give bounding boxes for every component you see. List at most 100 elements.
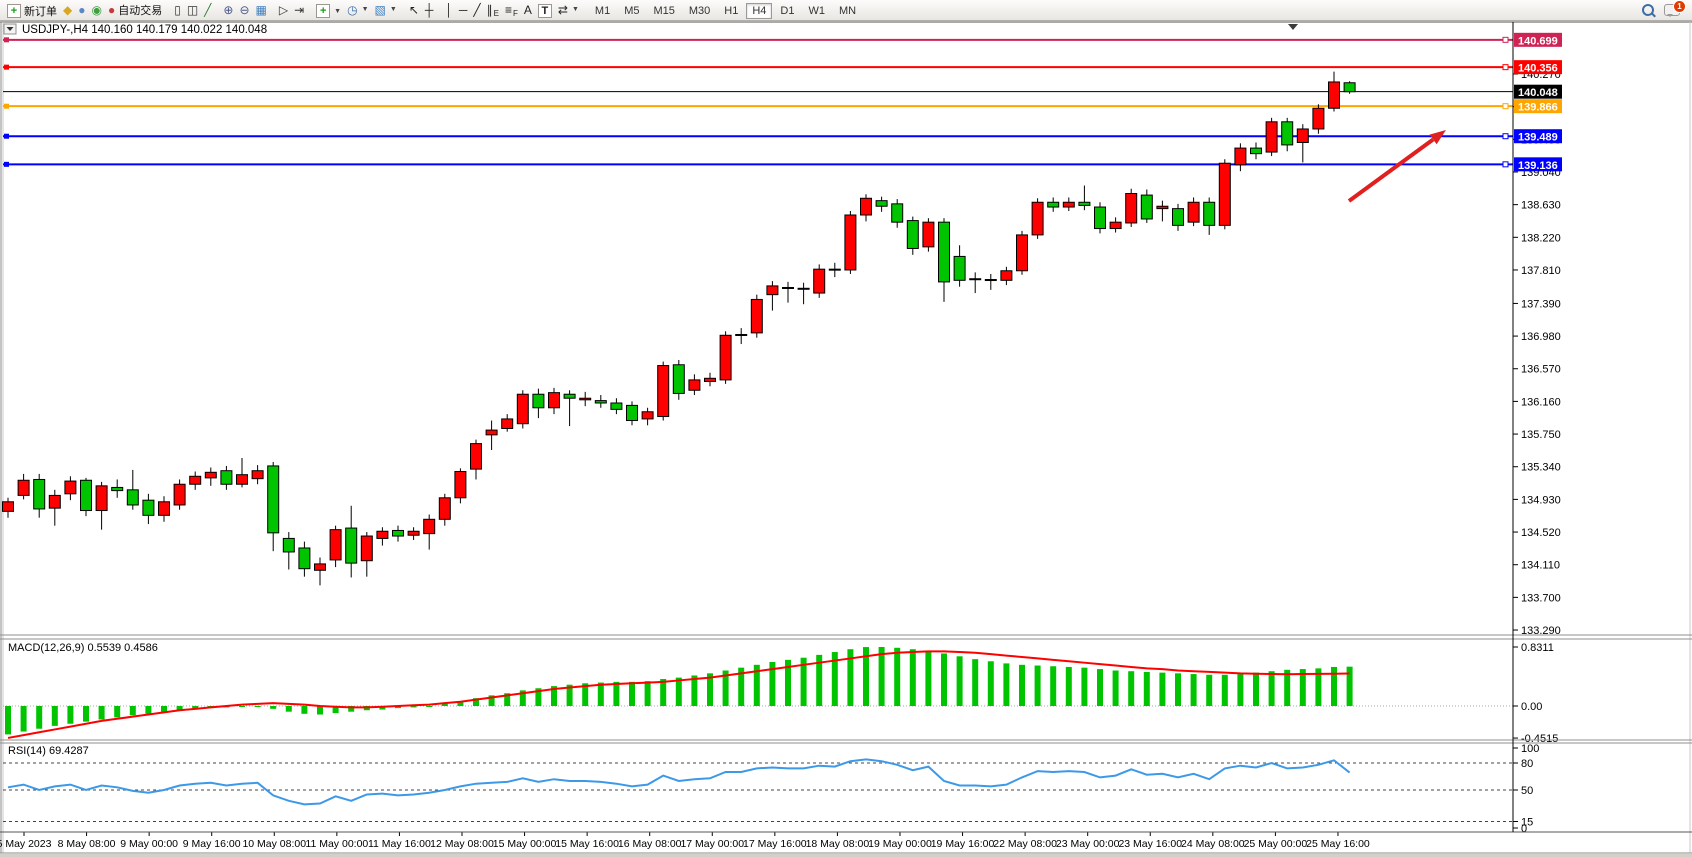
horizontal-line-button[interactable]: ─ <box>456 1 471 18</box>
price-tick-label: 134.930 <box>1521 494 1561 506</box>
line-handle-left[interactable] <box>4 65 9 70</box>
zoom-in-button[interactable]: ⊕ <box>220 1 236 18</box>
periods-button[interactable]: ◷▼ <box>344 1 371 18</box>
candle-body <box>65 481 76 494</box>
paint-bucket-button[interactable]: ◆ <box>60 1 75 18</box>
chart-line-button[interactable]: ╱ <box>201 1 214 18</box>
timeframe-m15[interactable]: M15 <box>647 3 680 19</box>
chart-candles-button[interactable]: ◫ <box>184 1 201 18</box>
signals-button[interactable]: ◉ <box>88 1 104 18</box>
equidistant-channel-icon: ∥ <box>487 4 493 16</box>
timeframe-mn[interactable]: MN <box>833 3 862 19</box>
candle-body <box>471 444 482 469</box>
macd-histogram-bar <box>988 661 994 706</box>
macd-histogram-bar <box>52 706 58 726</box>
rsi-tick-label: 50 <box>1521 785 1533 797</box>
candle <box>1266 118 1277 156</box>
date-tick-label: 25 May 00:00 <box>1244 838 1308 850</box>
timeframe-m5[interactable]: M5 <box>618 3 645 19</box>
candle-body <box>549 393 560 408</box>
line-handle-left[interactable] <box>4 37 9 42</box>
macd-histogram-bar <box>1284 670 1290 706</box>
price-tick-label: 134.110 <box>1521 560 1560 572</box>
line-handle-right[interactable] <box>1503 162 1508 167</box>
zoom-out-button[interactable]: ⊖ <box>236 1 252 18</box>
templates-button[interactable]: ▧▼ <box>372 1 400 18</box>
search-icon[interactable] <box>1642 4 1654 16</box>
equidistant-channel-icon-modifier: E <box>494 9 499 18</box>
chat-icon[interactable]: 1 <box>1664 4 1680 16</box>
candle <box>1344 81 1355 94</box>
candle-body <box>315 564 326 570</box>
fibonacci-button[interactable]: ≡F <box>502 1 521 18</box>
candle-body <box>127 490 138 505</box>
date-tick-label: 15 May 16:00 <box>555 838 619 850</box>
timeframe-h4[interactable]: H4 <box>746 3 772 19</box>
macd-histogram-bar <box>5 706 11 734</box>
text-button[interactable]: A <box>521 1 535 18</box>
text-label-button[interactable]: T <box>535 3 555 20</box>
new-order-button[interactable]: +新订单 <box>4 3 60 20</box>
candle-body <box>783 287 794 288</box>
candle-body <box>923 222 934 247</box>
candle-body <box>1157 206 1168 208</box>
candle-body <box>81 480 92 510</box>
candle-body <box>720 335 731 380</box>
timeframe-m30[interactable]: M30 <box>683 3 716 19</box>
candlestick-chart-icon: ◫ <box>187 4 198 16</box>
candle-body <box>49 495 60 508</box>
macd-histogram-bar <box>426 706 432 707</box>
candle-body <box>96 486 107 511</box>
date-tick-label: 11 May 00:00 <box>305 838 368 850</box>
trendline-button[interactable]: ╱ <box>470 1 483 18</box>
line-handle-left[interactable] <box>4 134 9 139</box>
arrows-button[interactable]: ⇄▼ <box>555 1 582 18</box>
chart-shift-button[interactable]: ⇥ <box>291 1 307 18</box>
cursor-button[interactable]: ↖ <box>406 1 422 18</box>
candle-body <box>814 269 825 293</box>
line-handle-right[interactable] <box>1503 134 1508 139</box>
candle-body <box>174 484 185 505</box>
date-tick-label: 19 May 00:00 <box>868 838 932 850</box>
timeframe-w1[interactable]: W1 <box>802 3 831 19</box>
price-tick-label: 136.980 <box>1521 331 1561 343</box>
channel-button[interactable]: ∥E <box>484 1 502 18</box>
candle-body <box>159 502 170 516</box>
candle-body <box>1188 202 1199 222</box>
indicators-plus-icon: + <box>316 4 330 18</box>
date-tick-label: 17 May 00:00 <box>680 838 744 850</box>
candle-body <box>455 472 466 498</box>
profiles-button[interactable]: ● <box>75 1 88 18</box>
candle <box>1126 189 1137 227</box>
tile-windows-button[interactable]: ▦ <box>253 1 270 18</box>
indicators-button[interactable]: +▼ <box>313 3 344 20</box>
caret-down-icon: ▼ <box>362 6 369 13</box>
notification-badge: 1 <box>1673 0 1686 13</box>
vertical-line-button[interactable]: │ <box>442 1 456 18</box>
line-handle-right[interactable] <box>1503 104 1508 109</box>
autotrading-button[interactable]: ●自动交易 <box>105 1 165 18</box>
candle <box>1313 104 1324 133</box>
vertical-line-icon: │ <box>445 4 453 16</box>
line-handle-right[interactable] <box>1503 37 1508 42</box>
line-handle-left[interactable] <box>4 162 9 167</box>
svg-text:139.136: 139.136 <box>1518 160 1558 172</box>
macd-histogram-bar <box>1066 667 1072 706</box>
timeframe-m1[interactable]: M1 <box>589 3 616 19</box>
timeframe-d1[interactable]: D1 <box>774 3 800 19</box>
chart-bars-button[interactable]: ▯ <box>171 1 184 18</box>
support-line-139866-label: 139.866 <box>1514 99 1562 114</box>
macd-histogram-bar <box>36 706 42 729</box>
macd-histogram-bar <box>1003 663 1009 706</box>
macd-histogram-bar <box>1144 672 1150 706</box>
date-tick-label: 8 May 08:00 <box>58 838 116 850</box>
line-chart-icon: ╱ <box>204 4 211 16</box>
date-tick-label: 11 May 16:00 <box>368 838 431 850</box>
line-handle-left[interactable] <box>4 104 9 109</box>
candle-body <box>1266 122 1277 152</box>
candle-body <box>34 479 45 508</box>
crosshair-button[interactable]: ┼ <box>422 1 437 18</box>
timeframe-h1[interactable]: H1 <box>718 3 744 19</box>
line-handle-right[interactable] <box>1503 65 1508 70</box>
auto-scroll-button[interactable]: ▷ <box>276 1 291 18</box>
